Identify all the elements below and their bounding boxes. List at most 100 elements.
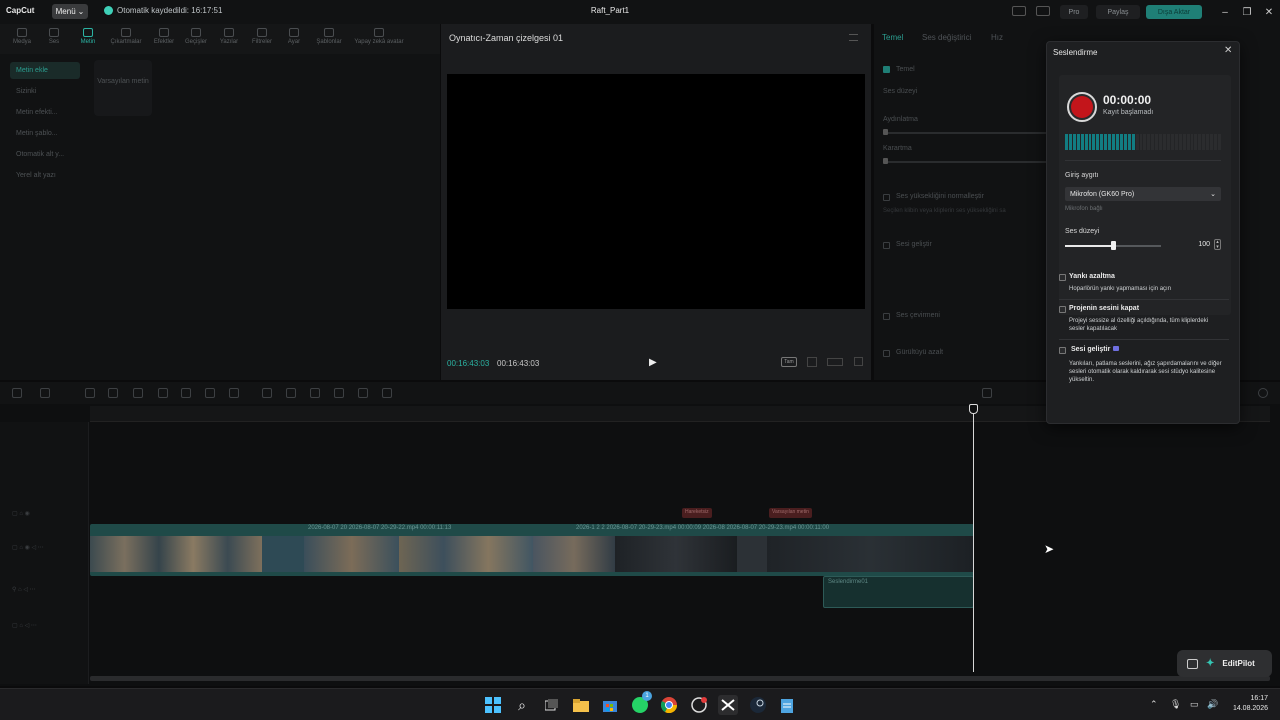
pro-button[interactable]: Pro: [1060, 5, 1088, 19]
keyframe-icon[interactable]: [358, 388, 368, 398]
fade-out-knob[interactable]: [883, 158, 888, 164]
playhead[interactable]: [973, 404, 974, 672]
network-icon[interactable]: ▭: [1190, 699, 1199, 710]
minimize-icon[interactable]: –: [1218, 5, 1232, 19]
video-clip-track[interactable]: [90, 524, 974, 576]
mask-icon[interactable]: [286, 388, 296, 398]
whatsapp-icon[interactable]: 1: [630, 691, 652, 715]
close-icon[interactable]: ✕: [1224, 46, 1232, 56]
playhead-handle[interactable]: [969, 404, 978, 414]
adjust-clip-icon[interactable]: [310, 388, 320, 398]
tool-adjust[interactable]: Ayar: [274, 28, 314, 52]
split-icon[interactable]: [133, 388, 143, 398]
echo-checkbox[interactable]: [1059, 274, 1066, 281]
task-view-icon[interactable]: [542, 695, 562, 715]
share-button[interactable]: Paylaş: [1096, 5, 1140, 19]
search-icon[interactable]: ⌕: [512, 695, 532, 715]
video-clip[interactable]: [262, 536, 304, 572]
crop-icon[interactable]: [807, 357, 817, 367]
tool-stickers[interactable]: Çıkartmalar: [106, 28, 146, 52]
editpilot-button[interactable]: ✦ EditPilot: [1177, 650, 1272, 677]
chevron-up-icon[interactable]: ⌃: [1150, 699, 1158, 710]
category-auto-captions[interactable]: Otomatik alt y...: [10, 146, 80, 163]
capcut-taskbar-icon[interactable]: [718, 695, 738, 715]
project-title[interactable]: Raft_Part1: [560, 6, 660, 15]
text-track-controls[interactable]: ▢ ⌂ ◉: [12, 510, 72, 518]
voice-changer-checkbox[interactable]: [883, 313, 890, 320]
audio-track-controls[interactable]: ⚲ ⌂ ◁ ⋯: [12, 586, 82, 594]
fade-out-slider[interactable]: [883, 161, 1053, 163]
voiceover-clip[interactable]: Seslendirme01: [823, 576, 974, 608]
video-clip[interactable]: [533, 536, 615, 572]
normalize-checkbox[interactable]: [883, 194, 890, 201]
tab-voice-changer[interactable]: Ses değiştirici: [922, 33, 971, 42]
category-text-templates[interactable]: Metin şablo...: [10, 125, 80, 142]
video-preview[interactable]: [447, 74, 865, 309]
add-track-icon[interactable]: [12, 388, 22, 398]
freeze-icon[interactable]: [262, 388, 272, 398]
text-clip[interactable]: Hareketsiz: [682, 508, 712, 518]
obs-icon[interactable]: [689, 695, 709, 715]
close-icon[interactable]: ✕: [1262, 5, 1276, 19]
crop-clip-icon[interactable]: [382, 388, 392, 398]
microphone-icon[interactable]: [982, 388, 992, 398]
play-icon[interactable]: ▶: [649, 357, 659, 369]
category-text-effects[interactable]: Metin efekti...: [10, 104, 80, 121]
text-clip[interactable]: Varsayılan metin: [769, 508, 812, 518]
trim-left-icon[interactable]: [158, 388, 168, 398]
steam-icon[interactable]: [748, 695, 768, 715]
menu-icon[interactable]: [849, 34, 858, 41]
video-clip[interactable]: [615, 536, 737, 572]
delete-icon[interactable]: [205, 388, 215, 398]
fullscreen-icon[interactable]: [854, 357, 863, 366]
maximize-icon[interactable]: ❐: [1240, 5, 1254, 19]
layout-icon[interactable]: [1012, 6, 1026, 16]
select-icon[interactable]: [40, 388, 50, 398]
video-clip[interactable]: [304, 536, 399, 572]
ratio-icon[interactable]: [827, 358, 843, 366]
redo-icon[interactable]: [108, 388, 118, 398]
menu-button[interactable]: Menü ⌄: [52, 4, 88, 19]
undo-icon[interactable]: [85, 388, 95, 398]
tool-text[interactable]: Metin: [68, 28, 108, 52]
fade-in-knob[interactable]: [883, 129, 888, 135]
video-clip[interactable]: [767, 536, 974, 572]
export-button[interactable]: Dışa Aktar: [1146, 5, 1202, 19]
notepad-icon[interactable]: [777, 695, 797, 715]
tab-basic[interactable]: Temel: [882, 33, 903, 42]
tool-templates[interactable]: Şablonlar: [309, 28, 349, 52]
volume-number-input[interactable]: 100 ▴ ▾: [1177, 238, 1221, 251]
full-quality-button[interactable]: Tam: [781, 357, 797, 367]
tab-speed[interactable]: Hız: [991, 33, 1003, 42]
default-text-card[interactable]: Varsayılan metin: [94, 60, 152, 116]
microphone-tray-icon[interactable]: 🎙: [1170, 699, 1181, 710]
system-clock[interactable]: 16:17 14.08.2026: [1226, 694, 1268, 714]
mute-project-checkbox[interactable]: [1059, 306, 1066, 313]
basic-checkbox[interactable]: [883, 66, 890, 73]
video-clip[interactable]: [399, 536, 533, 572]
enhance-checkbox[interactable]: [883, 242, 890, 249]
trim-right-icon[interactable]: [181, 388, 191, 398]
file-explorer-icon[interactable]: [571, 695, 591, 715]
fade-in-slider[interactable]: [883, 132, 1053, 134]
shield-icon[interactable]: [229, 388, 239, 398]
magic-icon[interactable]: [334, 388, 344, 398]
chrome-icon[interactable]: [659, 695, 679, 715]
shortcut-icon[interactable]: [1036, 6, 1050, 16]
video-clip[interactable]: [737, 536, 767, 572]
category-add-text[interactable]: Metin ekle: [10, 62, 80, 79]
volume-knob[interactable]: [1111, 241, 1116, 250]
audio-track-2-controls[interactable]: ▢ ⌂ ◁ ⋯: [12, 622, 82, 630]
denoise-checkbox[interactable]: [883, 350, 890, 357]
volume-icon[interactable]: 🔊: [1207, 699, 1218, 710]
windows-start-icon[interactable]: [483, 695, 503, 715]
input-device-select[interactable]: Mikrofon (GK60 Pro) ⌄: [1065, 187, 1221, 201]
video-clip[interactable]: [90, 536, 262, 572]
video-track-controls[interactable]: ▢ ⌂ ◉ ◁ ⋯: [12, 544, 82, 552]
tool-ai-avatar[interactable]: Yapay zekâ avatar: [350, 28, 408, 52]
stepper-icon[interactable]: ▴ ▾: [1214, 239, 1221, 250]
zoom-icon[interactable]: [1258, 388, 1268, 398]
enhance-voice-checkbox[interactable]: [1059, 347, 1066, 354]
record-button[interactable]: [1067, 92, 1097, 122]
category-yours[interactable]: Sizinki: [10, 83, 80, 100]
